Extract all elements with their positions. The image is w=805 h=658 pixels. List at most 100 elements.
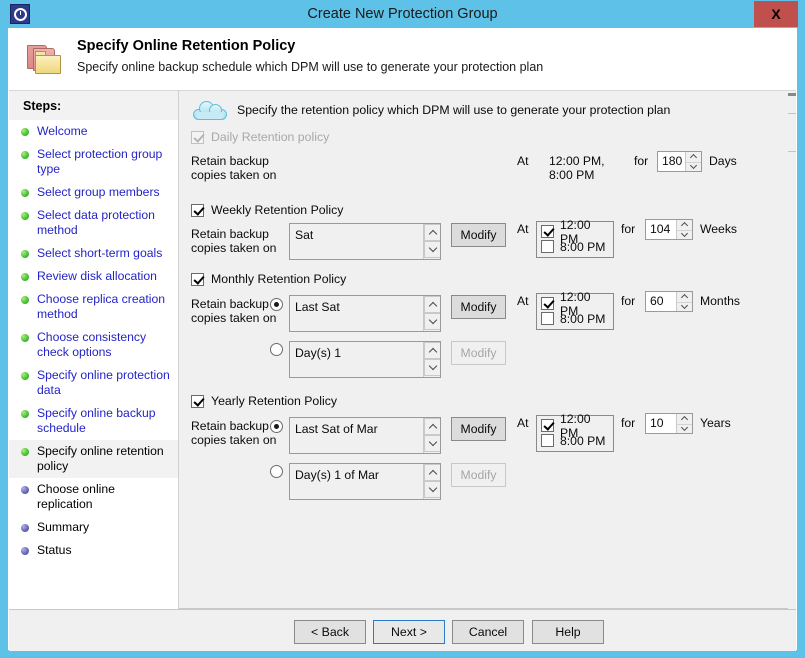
retain-line-1: Retain backup	[191, 154, 269, 168]
weekly-time-row-2[interactable]: 8:00 PM	[541, 239, 608, 254]
weekly-duration-value[interactable]: 104	[646, 220, 676, 239]
yearly-time-row-2[interactable]: 8:00 PM	[541, 433, 608, 448]
yearly-time-checkbox-800pm[interactable]	[541, 434, 554, 447]
weekly-days-scroll[interactable]	[423, 224, 440, 259]
yearly-retention-policy-checkbox[interactable]	[191, 395, 204, 408]
retain-line-1: Retain backup	[191, 227, 269, 241]
monthly-duration-value[interactable]: 60	[646, 292, 676, 311]
scroll-up-icon[interactable]	[424, 296, 441, 313]
step-bullet-icon	[21, 448, 29, 456]
retain-line-2: copies taken on	[191, 311, 276, 325]
sidebar-item-online-backup-schedule[interactable]: Specify online backup schedule	[9, 402, 178, 440]
retain-line-2: copies taken on	[191, 433, 276, 447]
daily-duration-spin-buttons[interactable]	[685, 152, 701, 171]
weekly-modify-button[interactable]: Modify	[451, 223, 506, 247]
spinner-up-icon[interactable]	[677, 414, 692, 424]
daily-duration-value[interactable]: 180	[658, 152, 685, 171]
sidebar-item-label: Summary	[37, 520, 89, 535]
retention-policy-form: Specify the retention policy which DPM w…	[179, 91, 788, 609]
weekly-time-row-1[interactable]: 12:00 PM	[541, 224, 608, 239]
sidebar-item-replica-creation-method[interactable]: Choose replica creation method	[9, 288, 178, 326]
monthly-for-label: for	[621, 294, 635, 308]
yearly-time-row-1[interactable]: 12:00 PM	[541, 418, 608, 433]
yearly-duration-stepper[interactable]: 10	[645, 413, 693, 434]
weekly-retention-policy-checkbox[interactable]	[191, 204, 204, 217]
sidebar-item-label: Welcome	[37, 124, 88, 139]
yearly-relative-value: Last Sat of Mar	[295, 422, 378, 436]
back-button[interactable]: < Back	[294, 620, 366, 644]
next-button[interactable]: Next >	[373, 620, 445, 644]
monthly-relative-radio[interactable]	[270, 298, 283, 311]
daily-retention-policy-checkbox-row: Daily Retention policy	[191, 130, 329, 144]
content-scrollbar[interactable]	[788, 91, 796, 609]
yearly-absolute-listbox[interactable]: Day(s) 1 of Mar	[289, 463, 441, 500]
yearly-duration-value[interactable]: 10	[646, 414, 676, 433]
scroll-down-icon[interactable]	[424, 481, 441, 498]
spinner-down-icon[interactable]	[677, 424, 692, 434]
sidebar-item-short-term-goals[interactable]: Select short-term goals	[9, 242, 178, 265]
step-bullet-icon	[21, 250, 29, 258]
scroll-up-icon[interactable]	[424, 418, 441, 435]
yearly-relative-modify-button[interactable]: Modify	[451, 417, 506, 441]
monthly-times-box: 12:00 PM 8:00 PM	[536, 293, 614, 330]
weekly-time-checkbox-800pm[interactable]	[541, 240, 554, 253]
monthly-absolute-scroll[interactable]	[423, 342, 440, 377]
yearly-times-box: 12:00 PM 8:00 PM	[536, 415, 614, 452]
monthly-duration-spin-buttons[interactable]	[676, 292, 692, 311]
scroll-down-icon[interactable]	[424, 241, 441, 258]
sidebar-item-online-protection-data[interactable]: Specify online protection data	[9, 364, 178, 402]
yearly-time-checkbox-1200pm[interactable]	[541, 419, 554, 432]
monthly-relative-listbox[interactable]: Last Sat	[289, 295, 441, 332]
daily-time-line-2: 8:00 PM	[549, 168, 594, 182]
sidebar-item-protection-group-type[interactable]: Select protection group type	[9, 143, 178, 181]
monthly-retention-policy-checkbox-row[interactable]: Monthly Retention Policy	[191, 272, 346, 286]
weekly-duration-spin-buttons[interactable]	[676, 220, 692, 239]
monthly-retention-policy-checkbox[interactable]	[191, 273, 204, 286]
sidebar-item-welcome[interactable]: Welcome	[9, 120, 178, 143]
scroll-up-icon[interactable]	[424, 224, 441, 241]
yearly-retention-policy-checkbox-row[interactable]: Yearly Retention Policy	[191, 394, 337, 408]
close-button[interactable]: X	[754, 1, 798, 27]
spinner-down-icon[interactable]	[677, 302, 692, 312]
yearly-duration-spin-buttons[interactable]	[676, 414, 692, 433]
spinner-up-icon[interactable]	[677, 292, 692, 302]
scroll-down-icon[interactable]	[424, 359, 441, 376]
sidebar-item-data-protection-method[interactable]: Select data protection method	[9, 204, 178, 242]
sidebar-item-group-members[interactable]: Select group members	[9, 181, 178, 204]
content-scrollbar-thumb[interactable]	[788, 93, 796, 96]
yearly-absolute-scroll[interactable]	[423, 464, 440, 499]
monthly-time-row-2[interactable]: 8:00 PM	[541, 311, 608, 326]
page-header: Specify Online Retention Policy Specify …	[9, 29, 796, 90]
help-button[interactable]: Help	[532, 620, 604, 644]
spinner-down-icon[interactable]	[686, 162, 701, 172]
sidebar-item-review-disk-allocation[interactable]: Review disk allocation	[9, 265, 178, 288]
monthly-time-checkbox-800pm[interactable]	[541, 312, 554, 325]
weekly-time-checkbox-1200pm[interactable]	[541, 225, 554, 238]
daily-duration-stepper[interactable]: 180	[657, 151, 702, 172]
monthly-absolute-listbox[interactable]: Day(s) 1	[289, 341, 441, 378]
sidebar-item-consistency-check-options[interactable]: Choose consistency check options	[9, 326, 178, 364]
weekly-duration-stepper[interactable]: 104	[645, 219, 693, 240]
retain-line-1: Retain backup	[191, 297, 269, 311]
monthly-time-row-1[interactable]: 12:00 PM	[541, 296, 608, 311]
cancel-button[interactable]: Cancel	[452, 620, 524, 644]
monthly-duration-stepper[interactable]: 60	[645, 291, 693, 312]
scroll-up-icon[interactable]	[424, 342, 441, 359]
scroll-up-icon[interactable]	[424, 464, 441, 481]
scroll-down-icon[interactable]	[424, 435, 441, 452]
yearly-relative-scroll[interactable]	[423, 418, 440, 453]
spinner-up-icon[interactable]	[677, 220, 692, 230]
yearly-relative-listbox[interactable]: Last Sat of Mar	[289, 417, 441, 454]
spinner-down-icon[interactable]	[677, 230, 692, 240]
monthly-retain-label: Retain backup copies taken on	[191, 297, 276, 325]
spinner-up-icon[interactable]	[686, 152, 701, 162]
monthly-time-checkbox-1200pm[interactable]	[541, 297, 554, 310]
monthly-relative-modify-button[interactable]: Modify	[451, 295, 506, 319]
yearly-absolute-radio[interactable]	[270, 465, 283, 478]
yearly-relative-radio[interactable]	[270, 420, 283, 433]
weekly-days-listbox[interactable]: Sat	[289, 223, 441, 260]
scroll-down-icon[interactable]	[424, 313, 441, 330]
weekly-retention-policy-checkbox-row[interactable]: Weekly Retention Policy	[191, 203, 343, 217]
monthly-absolute-radio[interactable]	[270, 343, 283, 356]
monthly-relative-scroll[interactable]	[423, 296, 440, 331]
